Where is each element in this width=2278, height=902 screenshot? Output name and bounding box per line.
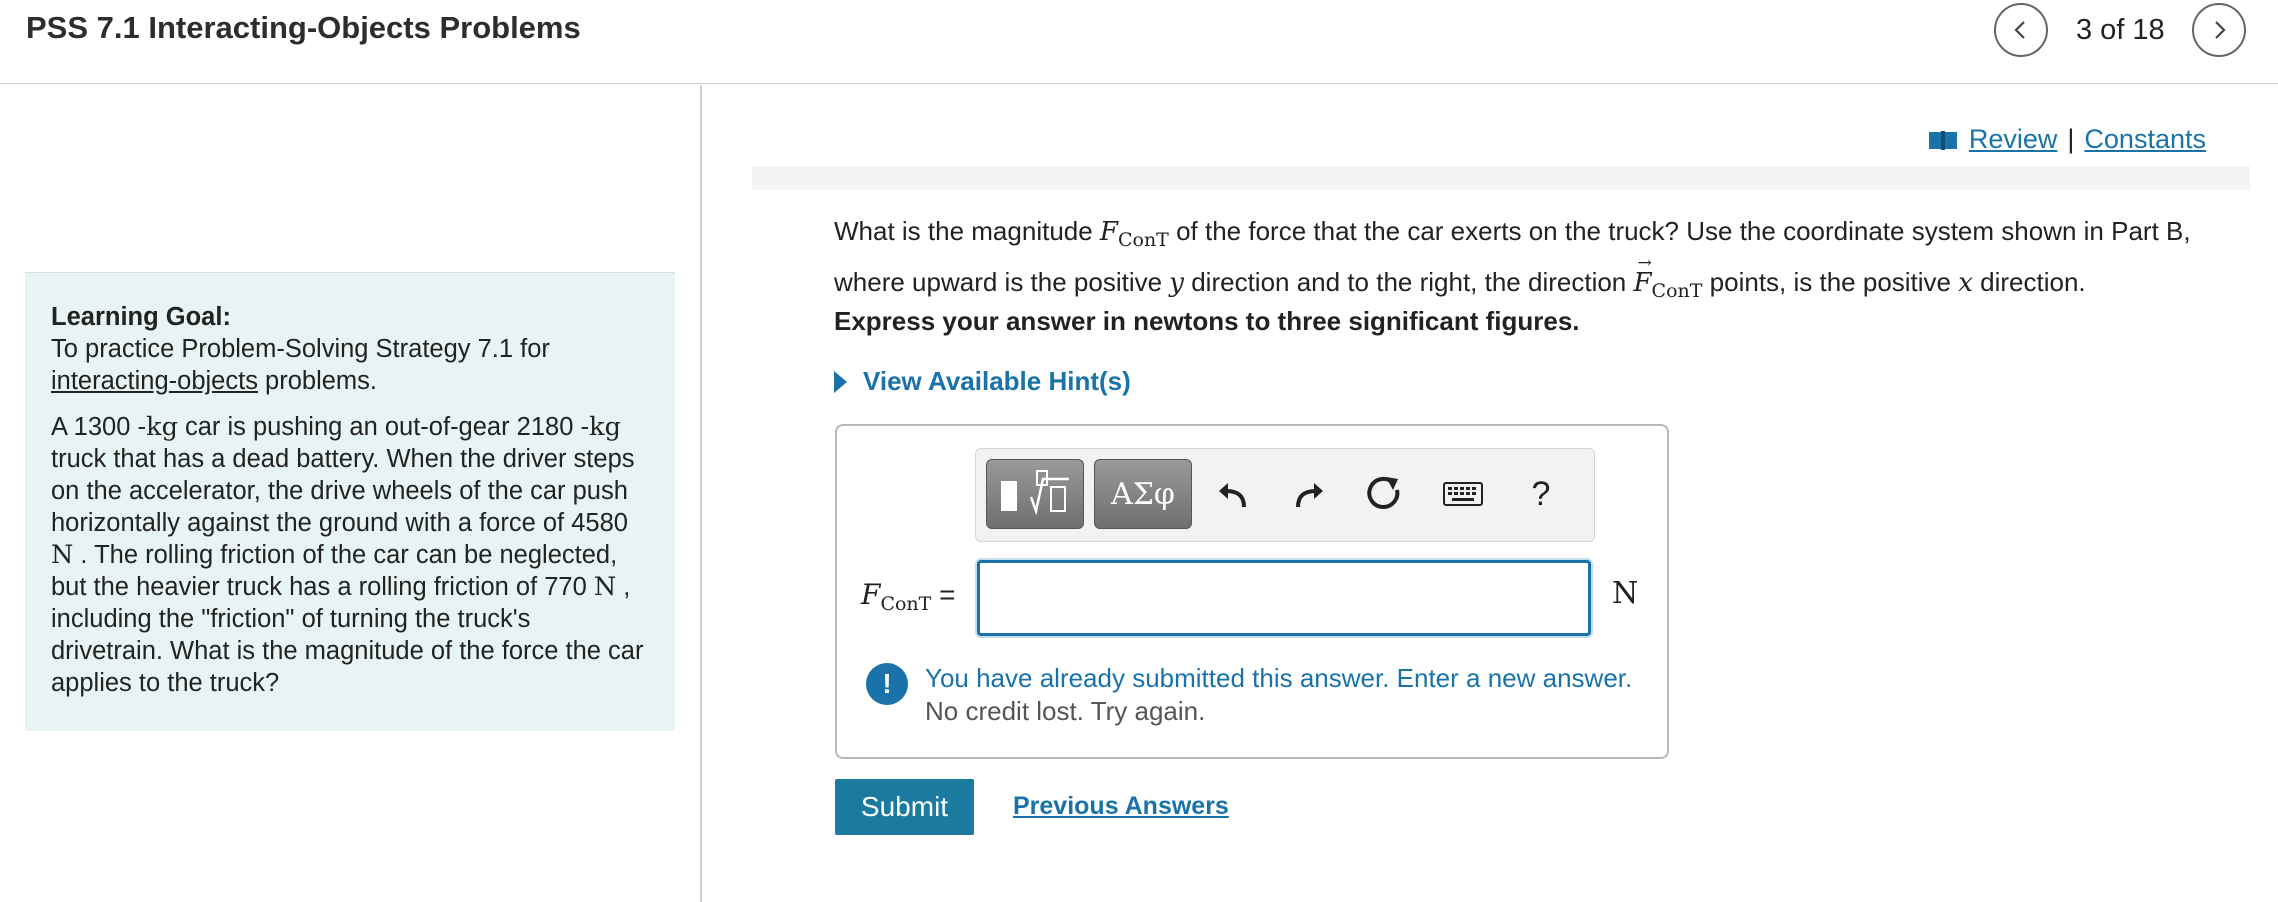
previous-answers-link[interactable]: Previous Answers <box>1013 792 1229 821</box>
symbols-button[interactable]: ΑΣφ <box>1094 459 1192 529</box>
reset-icon <box>1367 476 1400 509</box>
reset-button[interactable] <box>1362 471 1408 517</box>
book-icon <box>1928 130 1957 150</box>
templates-icon <box>1001 470 1069 516</box>
redo-button[interactable] <box>1286 471 1332 517</box>
submit-button[interactable]: Submit <box>835 779 974 835</box>
learning-goal-intro: To practice Problem-Solving Strategy 7.1… <box>51 335 550 395</box>
alert-icon: ! <box>866 663 908 705</box>
math-toolbar: ΑΣφ ? <box>975 448 1595 542</box>
undo-button[interactable] <box>1210 471 1256 517</box>
answer-input[interactable] <box>977 560 1591 636</box>
part-header-band <box>752 166 2250 190</box>
answer-label: FConT = <box>861 578 956 615</box>
feedback-message: You have already submitted this answer. … <box>925 663 1633 693</box>
learning-goal-panel: Learning Goal: To practice Problem-Solvi… <box>25 272 675 731</box>
resource-links: Review | Constants <box>1927 124 2206 155</box>
keyboard-icon <box>1443 482 1483 506</box>
problem-statement: A 1300 -kg car is pushing an out-of-gear… <box>51 412 644 697</box>
answer-box: ΑΣφ ? FConT = N ! You have already submi… <box>835 424 1669 759</box>
triangle-right-icon <box>834 370 847 393</box>
panel-divider <box>700 85 702 902</box>
page-header: PSS 7.1 Interacting-Objects Problems 3 o… <box>0 0 2278 84</box>
next-item-button[interactable] <box>2192 3 2246 57</box>
feedback-submessage: No credit lost. Try again. <box>925 696 1206 726</box>
hint-label[interactable]: View Available Hint(s) <box>863 366 1131 397</box>
link-separator: | <box>2067 124 2075 154</box>
previous-item-button[interactable] <box>1994 3 2048 57</box>
templates-button[interactable] <box>986 459 1084 529</box>
review-link[interactable]: Review <box>1969 124 2058 155</box>
question-text: What is the magnitude FConT of the force… <box>834 210 2234 312</box>
page-counter: 3 of 18 <box>2076 14 2165 46</box>
interacting-objects-link[interactable]: interacting-objects <box>51 367 258 395</box>
keyboard-button[interactable] <box>1440 471 1486 517</box>
force-vector-symbol: F <box>1634 242 1652 304</box>
learning-goal-heading: Learning Goal: <box>51 303 231 331</box>
page-title: PSS 7.1 Interacting-Objects Problems <box>26 10 581 45</box>
answer-instruction: Express your answer in newtons to three … <box>834 306 1580 336</box>
unit-label: N <box>1612 576 1639 611</box>
help-button[interactable]: ? <box>1518 471 1564 517</box>
undo-icon <box>1219 483 1246 508</box>
chevron-right-icon <box>2215 21 2226 39</box>
view-hints-toggle[interactable]: View Available Hint(s) <box>834 366 1131 397</box>
redo-icon <box>1296 483 1323 508</box>
constants-link[interactable]: Constants <box>2084 124 2206 155</box>
chevron-left-icon <box>2014 21 2025 39</box>
